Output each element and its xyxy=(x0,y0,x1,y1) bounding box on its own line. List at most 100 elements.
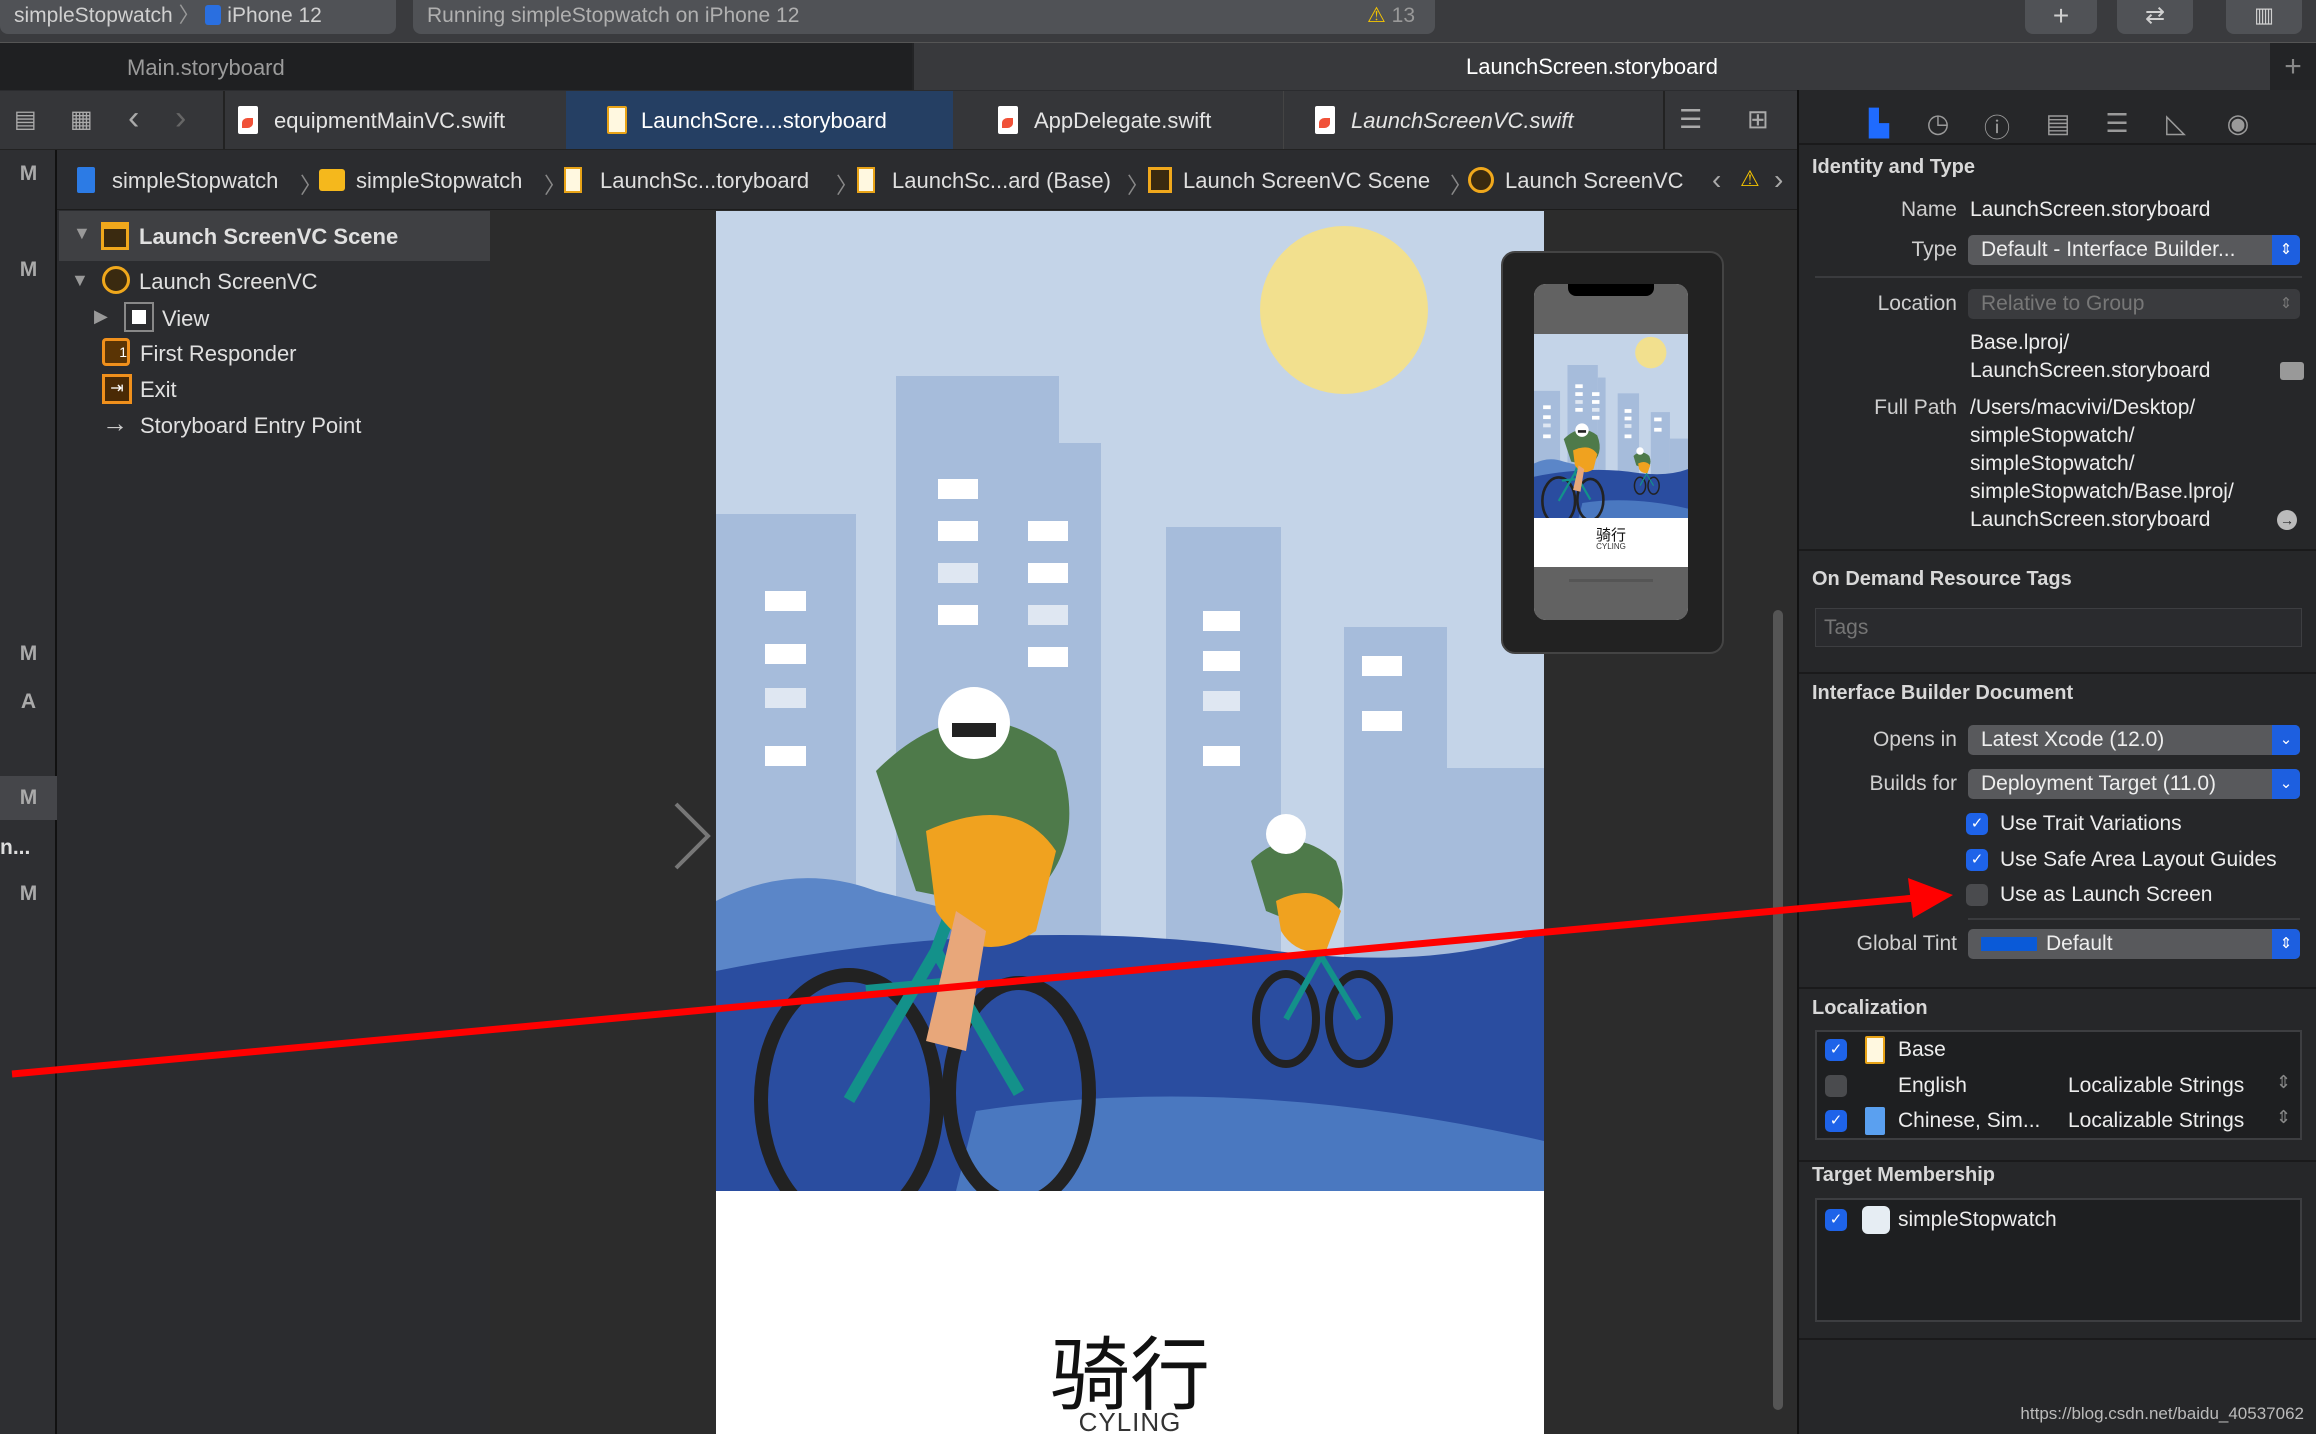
scheme-selector[interactable]: simpleStopwatch 〉 iPhone 12 xyxy=(0,0,396,34)
library-button[interactable]: + xyxy=(2025,0,2097,34)
launch-screen-checkbox[interactable] xyxy=(1966,884,1988,906)
target-checkbox[interactable]: ✓ xyxy=(1825,1209,1847,1231)
trait-variations-label: Use Trait Variations xyxy=(2000,812,2182,835)
swap-arrows-icon: ⇄ xyxy=(2144,2,2166,29)
tab-launchscreen-storyboard[interactable]: LaunchScreen.storyboard xyxy=(914,43,2270,90)
global-tint-label: Global Tint xyxy=(1856,932,1957,955)
location-popup[interactable]: Relative to Group ⇕ xyxy=(1968,289,2300,319)
localization-checkbox-base[interactable]: ✓ xyxy=(1825,1039,1847,1061)
storyboard-file-icon xyxy=(857,167,875,193)
arrow-right-icon: → xyxy=(102,408,128,438)
breadcrumb-file[interactable]: LaunchSc...toryboard xyxy=(600,168,809,194)
device-preview[interactable]: 骑行 CYLING xyxy=(1501,251,1724,654)
safe-area-checkbox[interactable]: ✓ xyxy=(1966,849,1988,871)
global-tint-value: Default xyxy=(2046,932,2113,955)
issue-next-icon[interactable]: › xyxy=(1774,164,1783,196)
entry-point-arrow[interactable] xyxy=(510,790,720,880)
outline-item-entry-point[interactable]: → Storyboard Entry Point xyxy=(102,408,462,442)
breadcrumb-base[interactable]: LaunchSc...ard (Base) xyxy=(892,168,1111,194)
updown-chevron-icon[interactable]: ⇕ xyxy=(2276,1107,2291,1128)
target-membership-heading: Target Membership xyxy=(1812,1164,1995,1186)
status-text: Running simpleStopwatch on iPhone 12 xyxy=(427,4,800,27)
tags-input[interactable] xyxy=(1815,608,2302,647)
localization-mode[interactable]: Localizable Strings xyxy=(2068,1109,2244,1133)
back-chevron-icon[interactable]: ‹ xyxy=(128,99,139,138)
tab-launchscreenvc[interactable]: LaunchScreenVC.swift xyxy=(1283,91,1663,149)
outline-scene-row[interactable]: ▼ Launch ScreenVC Scene xyxy=(59,211,490,261)
strip-marker: M xyxy=(19,882,38,905)
outline-scene-label: Launch ScreenVC Scene xyxy=(139,224,399,249)
view-controller-icon xyxy=(102,266,130,294)
outline-item-label: Exit xyxy=(140,377,177,402)
size-icon[interactable]: ◺ xyxy=(2159,108,2193,139)
chevron-down-icon: ⌄ xyxy=(2272,769,2300,799)
identity-icon[interactable]: ▤ xyxy=(2041,108,2075,139)
breadcrumb-viewcontroller[interactable]: Launch ScreenVC xyxy=(1505,168,1684,194)
issue-prev-icon[interactable]: ‹ xyxy=(1712,164,1721,196)
tab-equipmentmainvc[interactable]: equipmentMainVC.swift xyxy=(223,91,566,149)
outline-item-label: First Responder xyxy=(140,341,297,366)
full-path-line: simpleStopwatch/ xyxy=(1970,424,2135,447)
localization-checkbox-chinese[interactable]: ✓ xyxy=(1825,1110,1847,1132)
help-icon[interactable]: ⓘ xyxy=(1980,108,2014,145)
outline-item-viewcontroller[interactable]: ▼ Launch ScreenVC xyxy=(71,266,471,298)
updown-chevron-icon: ⇕ xyxy=(2272,235,2300,265)
tab-main-storyboard[interactable]: Main.storyboard xyxy=(0,43,912,90)
code-review-button[interactable]: ⇄ xyxy=(2117,0,2193,34)
name-label: Name xyxy=(1900,198,1957,221)
breadcrumb-project[interactable]: simpleStopwatch xyxy=(112,168,278,194)
new-tab-button[interactable]: + xyxy=(2270,43,2316,90)
editor-options-icon[interactable]: ☰ xyxy=(1679,104,1702,135)
storyboard-file-icon xyxy=(1865,1036,1885,1064)
launch-screen-view[interactable]: 骑行 CYLING xyxy=(716,211,1544,1434)
connections-icon[interactable]: ◉ xyxy=(2221,108,2255,139)
folder-icon[interactable] xyxy=(2280,362,2304,380)
builds-for-label: Builds for xyxy=(1869,772,1957,795)
trait-variations-checkbox[interactable]: ✓ xyxy=(1966,813,1988,835)
disclosure-open-icon[interactable]: ▼ xyxy=(71,270,89,291)
device-name: iPhone 12 xyxy=(227,4,322,27)
strip-marker: M xyxy=(0,776,57,820)
outline-item-view[interactable]: ▶ View xyxy=(94,302,394,334)
strip-marker: M xyxy=(19,162,38,185)
plus-icon: + xyxy=(2052,0,2070,31)
location-value: Relative to Group xyxy=(1981,292,2145,315)
file-icon[interactable]: ▙ xyxy=(1862,108,1896,139)
on-demand-tags-heading: On Demand Resource Tags xyxy=(1812,568,2072,590)
tab-appdelegate[interactable]: AppDelegate.swift xyxy=(953,91,1283,149)
preview-screen: 骑行 CYLING xyxy=(1534,284,1688,620)
builds-for-popup[interactable]: Deployment Target (11.0) ⌄ xyxy=(1968,769,2300,799)
history-icon[interactable]: ◷ xyxy=(1921,108,1955,139)
localization-heading: Localization xyxy=(1812,997,1928,1019)
localization-checkbox-english[interactable] xyxy=(1825,1075,1847,1097)
disclosure-closed-icon[interactable]: ▶ xyxy=(94,306,108,327)
outline-item-first-responder[interactable]: 1 First Responder xyxy=(102,338,402,370)
name-value[interactable]: LaunchScreen.storyboard xyxy=(1970,198,2211,222)
opens-in-popup[interactable]: Latest Xcode (12.0) ⌄ xyxy=(1968,725,2300,755)
strip-marker: M xyxy=(19,642,38,665)
minimap-strip: M M M A M n... M xyxy=(0,150,57,1434)
split-editor-icon[interactable]: ⊞ xyxy=(1747,104,1769,135)
strings-file-icon xyxy=(1865,1107,1885,1135)
disclosure-open-icon[interactable]: ▼ xyxy=(73,223,91,244)
outline-item-label: Storyboard Entry Point xyxy=(140,413,362,438)
warning-icon[interactable]: ⚠ xyxy=(1740,166,1760,192)
warning-count[interactable]: 13 xyxy=(1392,4,1415,27)
tab-launchscreen[interactable]: LaunchScre....storyboard xyxy=(566,91,953,149)
updown-chevron-icon[interactable]: ⇕ xyxy=(2276,1072,2291,1093)
type-popup[interactable]: Default - Interface Builder... ⇕ xyxy=(1968,235,2300,265)
warning-icon: ⚠ xyxy=(1366,4,1386,27)
outline-item-exit[interactable]: ⇥ Exit xyxy=(102,374,402,406)
localization-mode[interactable]: Localizable Strings xyxy=(2068,1074,2244,1098)
window-tab-bar: Main.storyboard LaunchScreen.storyboard … xyxy=(0,42,2316,90)
breadcrumb-group[interactable]: simpleStopwatch xyxy=(356,168,522,194)
sidebar-icon[interactable]: ▤ xyxy=(14,105,37,134)
tab-label: LaunchScre....storyboard xyxy=(641,108,887,133)
breadcrumb-scene[interactable]: Launch ScreenVC Scene xyxy=(1183,168,1430,194)
inspector-toggle-button[interactable]: ▥ xyxy=(2226,0,2302,34)
forward-chevron-icon[interactable]: › xyxy=(175,99,186,138)
reveal-arrow-icon[interactable]: → xyxy=(2277,510,2297,530)
grid-icon[interactable]: ▦ xyxy=(70,105,93,134)
attributes-icon[interactable]: ☰ xyxy=(2100,108,2134,139)
global-tint-popup[interactable]: Default ⇕ xyxy=(1968,929,2300,959)
